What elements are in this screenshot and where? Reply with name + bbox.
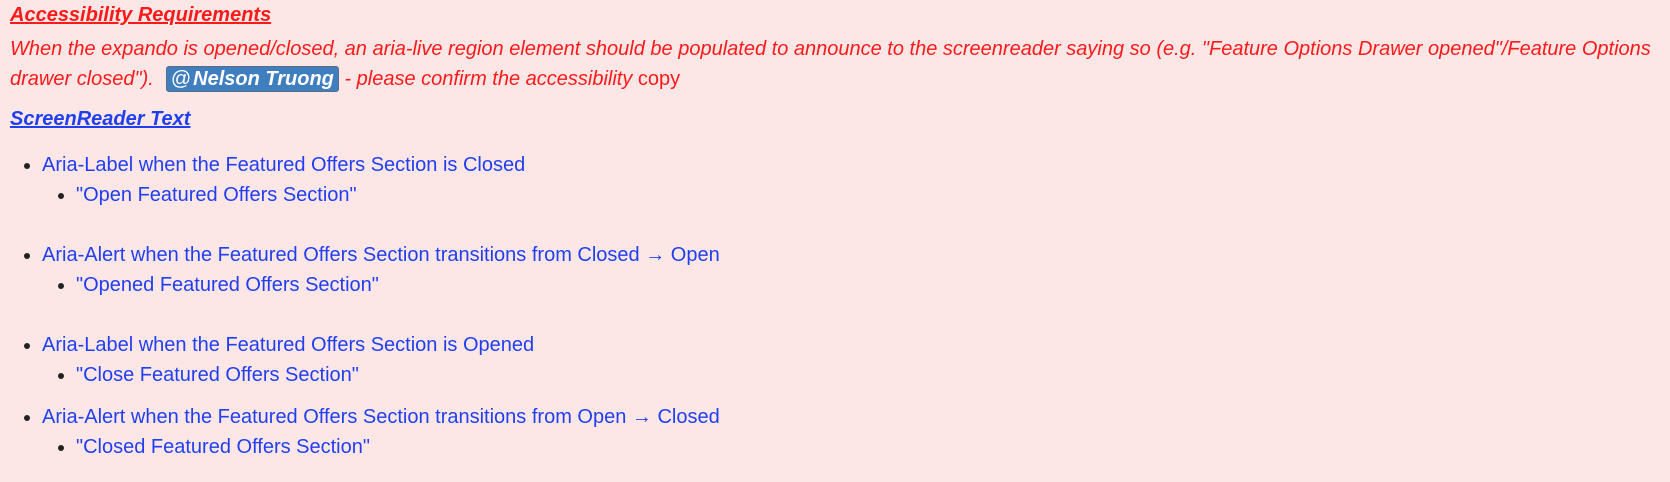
list-item: Aria-Label when the Featured Offers Sect… [42, 330, 720, 390]
list-item-label: Aria-Alert when the Featured Offers Sect… [42, 406, 720, 428]
sub-list-item: "Closed Featured Offers Section" [76, 432, 720, 462]
confirm-request-text: - please confirm the accessibility [338, 68, 633, 90]
sub-list-item: "Open Featured Offers Section" [76, 180, 720, 210]
list-item: Aria-Label when the Featured Offers Sect… [42, 150, 720, 210]
list-item-label: Aria-Alert when the Featured Offers Sect… [42, 244, 720, 266]
screenreader-list: Aria-Label when the Featured Offers Sect… [0, 150, 720, 462]
accessibility-requirements-heading: Accessibility Requirements [10, 4, 272, 26]
sub-list: "Opened Featured Offers Section" [42, 270, 720, 300]
list-item-label: Aria-Label when the Featured Offers Sect… [42, 334, 535, 356]
sub-list: "Close Featured Offers Section" [42, 360, 720, 390]
list-item: Aria-Alert when the Featured Offers Sect… [42, 240, 720, 300]
screenreader-text-heading: ScreenReader Text [10, 108, 191, 130]
copy-word: copy [632, 68, 681, 90]
mention-at-symbol: @ [170, 68, 192, 90]
sub-list-item: "Opened Featured Offers Section" [76, 270, 720, 300]
sub-list-item: "Close Featured Offers Section" [76, 360, 720, 390]
list-item: Aria-Alert when the Featured Offers Sect… [42, 402, 720, 462]
document: Accessibility Requirements When the expa… [0, 0, 1670, 482]
accessibility-requirements-paragraph: When the expando is opened/closed, an ar… [10, 34, 1660, 94]
sub-list: "Open Featured Offers Section" [42, 180, 720, 210]
list-item-label: Aria-Label when the Featured Offers Sect… [42, 154, 526, 176]
mention-name: Nelson Truong [193, 68, 334, 90]
user-mention[interactable]: @ Nelson Truong [165, 66, 339, 92]
sub-list: "Closed Featured Offers Section" [42, 432, 720, 462]
